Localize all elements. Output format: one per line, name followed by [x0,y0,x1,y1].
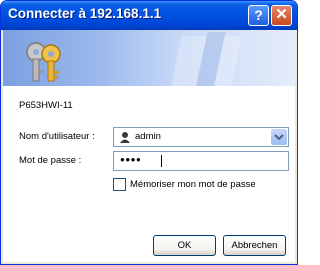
banner-art [26,32,242,86]
ok-button[interactable]: OK [153,235,216,256]
login-dialog: Connecter à 192.168.1.1 ? ✕ P653HWI-11 N… [0,0,298,265]
username-label: Nom d'utilisateur : [19,131,95,142]
realm-text: P653HWI-11 [19,100,73,111]
user-icon [120,132,130,143]
password-value: ●●●● [120,155,142,164]
keys-icon [26,42,61,82]
title-bar[interactable]: Connecter à 192.168.1.1 ? ✕ [1,1,297,30]
remember-password-checkbox[interactable] [113,178,126,191]
text-cursor [161,155,162,167]
window-title: Connecter à 192.168.1.1 [8,6,162,21]
username-value: admin [135,131,161,142]
dialog-body: P653HWI-11 Nom d'utilisateur : admin Mot… [3,86,295,262]
remember-password-label[interactable]: Mémoriser mon mot de passe [130,179,256,190]
password-field[interactable]: ●●●● [113,151,289,171]
cancel-button[interactable]: Abbrechen [223,235,286,256]
username-field[interactable]: admin [113,127,289,147]
chevron-down-icon [274,134,284,141]
username-dropdown-button[interactable] [271,129,287,145]
dialog-banner [3,30,295,86]
help-button[interactable]: ? [248,5,269,26]
close-button[interactable]: ✕ [271,5,292,26]
password-label: Mot de passe : [19,155,82,166]
